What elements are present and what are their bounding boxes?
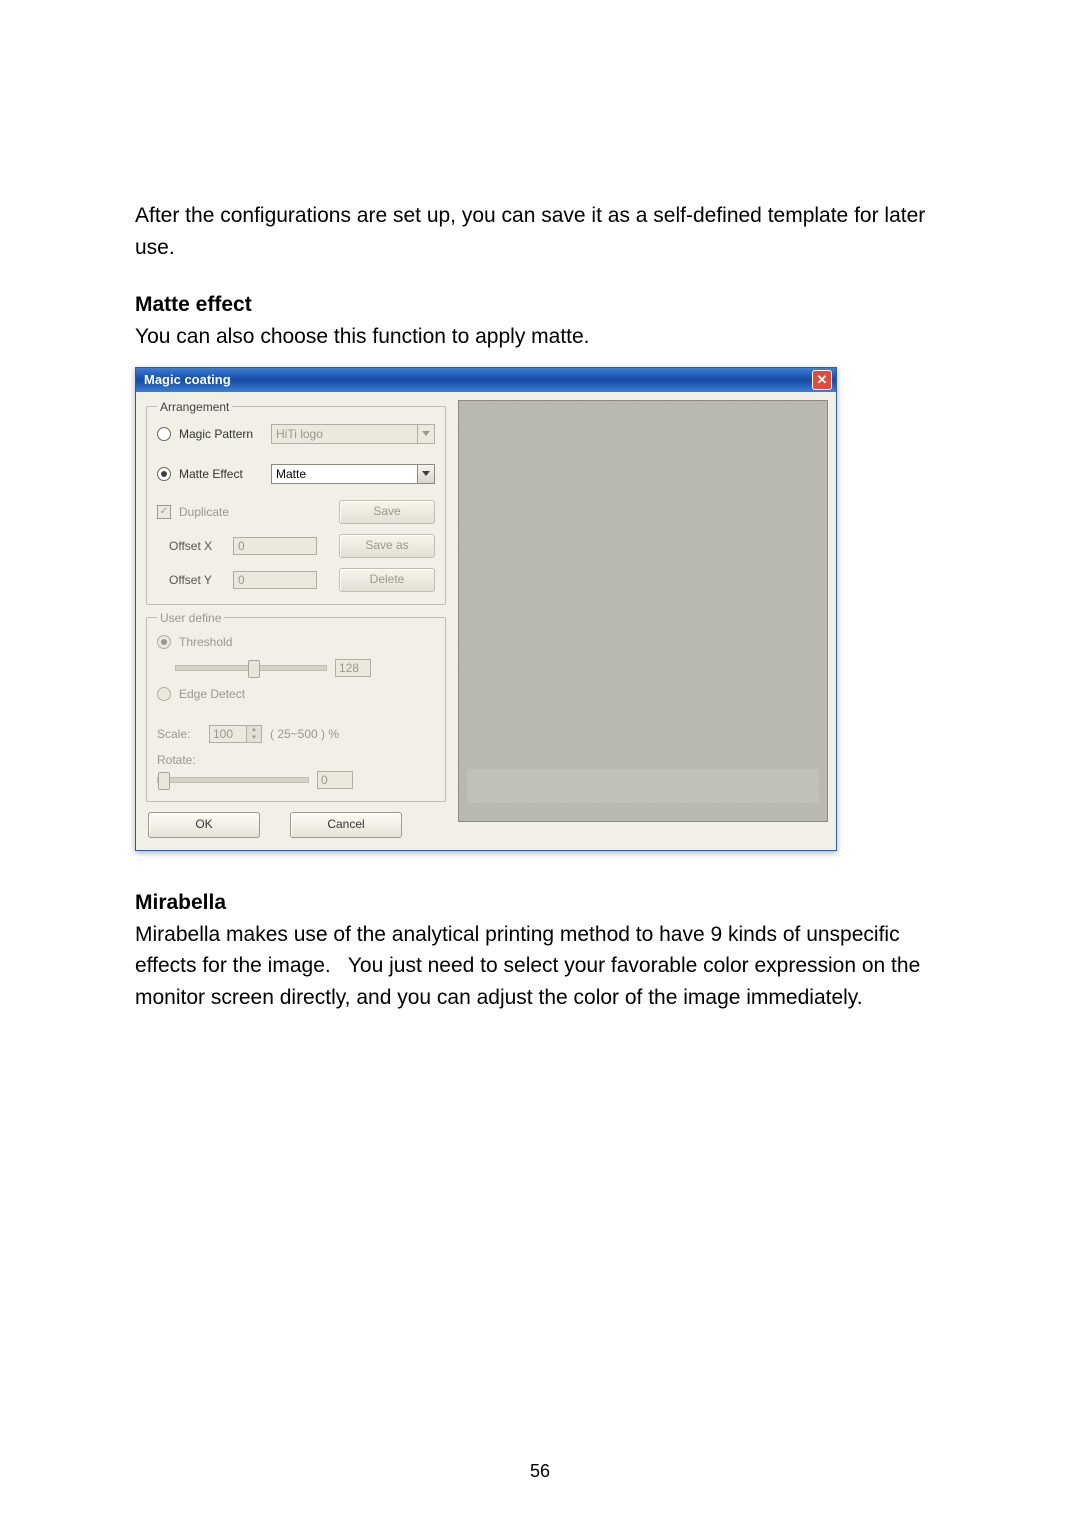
matte-effect-value: Matte [276,467,306,481]
edge-detect-label: Edge Detect [179,687,245,701]
offset-x-label: Offset X [157,539,225,553]
matte-effect-row: Matte Effect Matte [157,464,435,484]
chevron-down-icon [417,425,434,443]
page-number: 56 [0,1461,1080,1482]
arrangement-legend: Arrangement [157,400,232,414]
save-as-button: Save as [339,534,435,558]
matte-effect-text: You can also choose this function to app… [135,321,945,353]
rotate-value-input [317,771,353,789]
radio-edge-detect [157,687,171,701]
edge-detect-row: Edge Detect [157,687,435,701]
duplicate-checkbox: ✓ [157,505,171,519]
dialog-title: Magic coating [144,372,231,387]
chevron-down-icon[interactable] [417,465,434,483]
save-button: Save [339,500,435,524]
user-define-group: User define Threshold Edge Detect [146,611,446,802]
rotate-label-row: Rotate: [157,753,435,767]
duplicate-row: ✓ Duplicate Save [157,500,435,524]
threshold-slider [175,665,327,671]
mirabella-heading: Mirabella [135,891,945,915]
offset-y-input [233,571,317,589]
spinner-up-icon: ▲ [247,726,261,734]
cancel-button[interactable]: Cancel [290,812,402,838]
duplicate-label: Duplicate [179,505,331,519]
magic-pattern-row: Magic Pattern HiTi logo [157,424,435,444]
ok-button[interactable]: OK [148,812,260,838]
slider-thumb-icon [158,772,170,790]
matte-effect-heading: Matte effect [135,293,945,317]
intro-paragraph: After the configurations are set up, you… [135,200,945,263]
threshold-row: Threshold [157,635,435,649]
close-icon[interactable]: ✕ [812,370,832,390]
preview-pane [458,400,828,822]
scale-range: ( 25~500 ) % [270,727,339,741]
threshold-value-input [335,659,371,677]
dialog-titlebar[interactable]: Magic coating ✕ [136,368,836,392]
slider-thumb-icon [248,660,260,678]
offset-x-row: Offset X Save as [157,534,435,558]
magic-pattern-value: HiTi logo [276,427,323,441]
scale-row: Scale: 100 ▲▼ ( 25~500 ) % [157,725,435,743]
magic-coating-dialog: Magic coating ✕ Arrangement Magic Patter… [135,367,837,851]
magic-pattern-combo: HiTi logo [271,424,435,444]
radio-threshold [157,635,171,649]
spinner-down-icon: ▼ [247,734,261,742]
threshold-label: Threshold [179,635,263,649]
scale-label: Scale: [157,727,201,741]
rotate-slider [157,777,309,783]
scale-spinner: 100 ▲▼ [209,725,262,743]
delete-button: Delete [339,568,435,592]
threshold-slider-row [157,659,435,677]
scale-value: 100 [210,726,246,742]
offset-x-input [233,537,317,555]
radio-matte-effect[interactable] [157,467,171,481]
magic-pattern-label: Magic Pattern [179,427,263,441]
rotate-label: Rotate: [157,753,201,767]
rotate-slider-row [157,771,435,789]
arrangement-group: Arrangement Magic Pattern HiTi logo Matt… [146,400,446,605]
preview-strip [467,769,819,803]
dialog-bottom-buttons: OK Cancel [146,808,446,840]
user-define-legend: User define [157,611,224,625]
radio-magic-pattern[interactable] [157,427,171,441]
matte-effect-combo[interactable]: Matte [271,464,435,484]
mirabella-text: Mirabella makes use of the analytical pr… [135,919,945,1014]
offset-y-row: Offset Y Delete [157,568,435,592]
matte-effect-label: Matte Effect [179,467,263,481]
offset-y-label: Offset Y [157,573,225,587]
